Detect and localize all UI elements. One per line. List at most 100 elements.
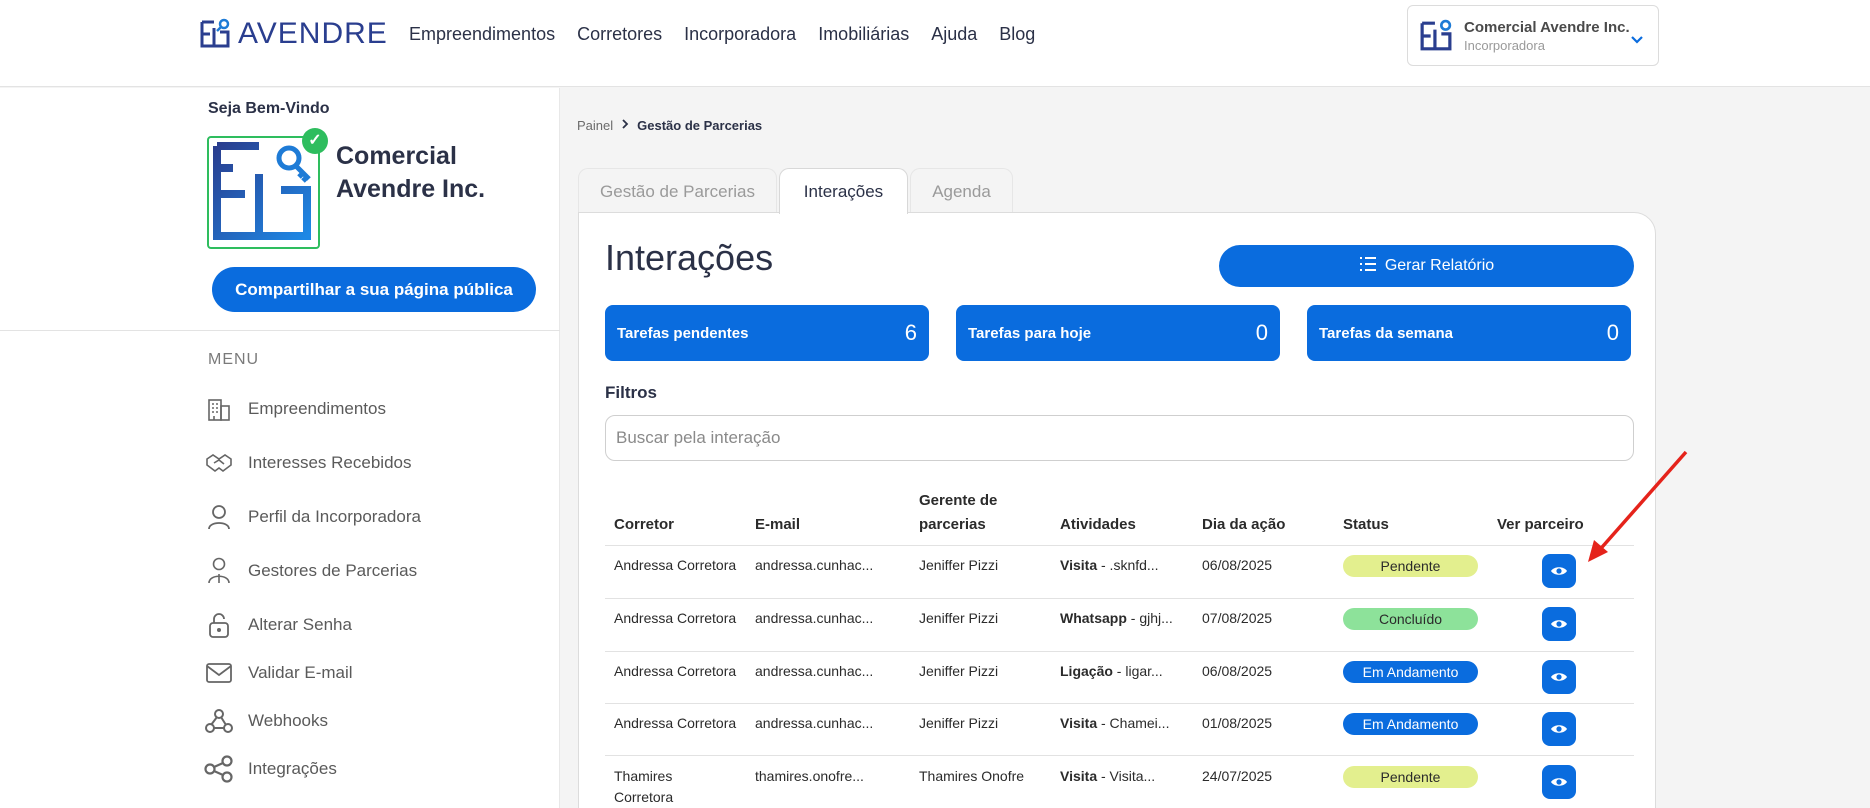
building-icon xyxy=(204,394,234,424)
nav-incorporadora[interactable]: Incorporadora xyxy=(684,24,796,45)
status-badge: Em Andamento xyxy=(1343,661,1478,683)
stat-value: 0 xyxy=(1255,320,1268,345)
cell-gerente: Jeniffer Pizzi xyxy=(919,715,999,731)
report-button-label: Gerar Relatório xyxy=(1384,257,1495,274)
eye-icon xyxy=(1551,778,1567,786)
annotation-arrow-icon xyxy=(1588,450,1688,562)
cell-atividade: Visita - .sknfd... xyxy=(1060,555,1159,576)
divider xyxy=(605,651,1634,652)
activity-desc: - ligar... xyxy=(1112,663,1163,679)
status-badge: Pendente xyxy=(1343,555,1478,577)
cell-atividade: Visita - Chamei... xyxy=(1060,713,1169,734)
view-partner-button[interactable] xyxy=(1542,660,1576,694)
breadcrumb-current: Gestão de Parcerias xyxy=(637,118,763,133)
view-partner-button[interactable] xyxy=(1542,765,1576,799)
cell-dia: 01/08/2025 xyxy=(1202,715,1273,731)
view-partner-button[interactable] xyxy=(1542,554,1576,588)
sidebar-item-label: Empreendimentos xyxy=(248,399,386,418)
column-header: E-mail xyxy=(755,516,801,533)
view-partner-button[interactable] xyxy=(1542,607,1576,641)
generate-report-button[interactable]: Gerar Relatório xyxy=(1219,245,1634,287)
search-input[interactable] xyxy=(605,415,1634,461)
stat-card-pending: Tarefas pendentes 6 xyxy=(605,305,929,361)
lock-icon xyxy=(204,610,234,640)
cell-dia: 07/08/2025 xyxy=(1202,610,1273,626)
activity-desc: - gjhj... xyxy=(1126,610,1173,626)
sidebar-item-webhooks[interactable]: Webhooks xyxy=(204,706,328,736)
sidebar-item-integracoes[interactable]: Integrações xyxy=(204,754,337,784)
handshake-icon xyxy=(204,448,234,478)
stat-label: Tarefas para hoje xyxy=(968,324,1092,342)
main-nav: Empreendimentos Corretores Incorporadora… xyxy=(409,24,1035,45)
breadcrumb: Painel Gestão de Parcerias xyxy=(577,118,762,133)
divider xyxy=(605,703,1634,704)
activity-desc: - Visita... xyxy=(1097,768,1156,784)
tab-agenda[interactable]: Agenda xyxy=(910,168,1013,214)
sidebar-item-label: Integrações xyxy=(248,759,337,778)
nav-corretores[interactable]: Corretores xyxy=(577,24,662,45)
sidebar-item-label: Interesses Recebidos xyxy=(248,453,412,472)
verified-check-icon: ✓ xyxy=(302,128,328,154)
nav-empreendimentos[interactable]: Empreendimentos xyxy=(409,24,555,45)
cell-corretor: Thamires Corretora xyxy=(614,768,674,805)
user-icon xyxy=(204,502,234,532)
nav-blog[interactable]: Blog xyxy=(999,24,1035,45)
chevron-down-icon[interactable] xyxy=(1630,32,1644,48)
account-avatar-icon xyxy=(1420,19,1452,50)
status-badge: Pendente xyxy=(1343,766,1478,788)
activity-type: Whatsapp xyxy=(1060,610,1127,626)
share-public-page-button[interactable]: Compartilhar a sua página pública xyxy=(212,267,536,312)
sidebar-item-label: Gestores de Parcerias xyxy=(248,561,418,580)
sidebar-item-label: Alterar Senha xyxy=(248,615,352,634)
view-partner-button[interactable] xyxy=(1542,712,1576,746)
sidebar-item-alterar-senha[interactable]: Alterar Senha xyxy=(204,610,352,640)
sidebar-item-label: Perfil da Incorporadora xyxy=(248,507,421,526)
divider xyxy=(605,755,1634,756)
column-header: Dia da ação xyxy=(1202,516,1286,533)
tab-interacoes[interactable]: Interações xyxy=(779,168,908,214)
cell-email: andressa.cunhac... xyxy=(755,557,874,573)
activity-type: Visita xyxy=(1060,557,1098,573)
account-switcher[interactable]: Comercial Avendre Inc. Incorporadora xyxy=(1407,5,1659,66)
status-badge: Em Andamento xyxy=(1343,713,1478,735)
welcome-text: Seja Bem-Vindo xyxy=(208,100,330,117)
share-nodes-icon xyxy=(204,754,234,784)
nav-imobiliarias[interactable]: Imobiliárias xyxy=(818,24,909,45)
cell-atividade: Ligação - ligar... xyxy=(1060,661,1163,682)
brand-logo[interactable]: AVENDRE xyxy=(200,17,388,51)
column-header: Status xyxy=(1343,516,1389,533)
webhook-icon xyxy=(204,706,234,736)
floorplan-logo-icon xyxy=(200,18,230,48)
cell-email: andressa.cunhac... xyxy=(755,715,874,731)
tab-gestao-parcerias[interactable]: Gestão de Parcerias xyxy=(578,168,777,214)
eye-icon xyxy=(1551,725,1567,733)
sidebar-item-gestores[interactable]: Gestores de Parcerias xyxy=(204,556,417,586)
cell-email: thamires.onofre... xyxy=(755,768,864,784)
sidebar-item-empreendimentos[interactable]: Empreendimentos xyxy=(204,394,386,424)
column-header: Corretor xyxy=(614,516,675,533)
filters-label: Filtros xyxy=(605,383,657,402)
sidebar-item-perfil[interactable]: Perfil da Incorporadora xyxy=(204,502,421,532)
nav-ajuda[interactable]: Ajuda xyxy=(931,24,977,45)
account-role: Incorporadora xyxy=(1464,37,1545,53)
divider xyxy=(605,545,1634,546)
sidebar-item-validar-email[interactable]: Validar E-mail xyxy=(204,658,353,688)
stat-card-week: Tarefas da semana 0 xyxy=(1307,305,1631,361)
cell-corretor: Andressa Corretora xyxy=(614,610,737,626)
sidebar-item-label: Validar E-mail xyxy=(248,663,353,682)
cell-dia: 24/07/2025 xyxy=(1202,768,1273,784)
sidebar-item-interesses[interactable]: Interesses Recebidos xyxy=(204,448,411,478)
cell-corretor: Andressa Corretora xyxy=(614,663,737,679)
divider xyxy=(605,598,1634,599)
brand-name: AVENDRE xyxy=(238,17,388,50)
floorplan-key-logo-icon xyxy=(213,142,311,240)
account-name: Comercial Avendre Inc. xyxy=(1464,18,1630,36)
user-manager-icon xyxy=(204,556,234,586)
sidebar: Seja Bem-Vindo ✓ Comercial Avendre Inc. … xyxy=(0,88,560,808)
cell-dia: 06/08/2025 xyxy=(1202,663,1273,679)
interactions-panel: Interações Gerar Relatório Tarefas pende… xyxy=(578,212,1656,808)
company-avatar xyxy=(207,136,320,249)
activity-type: Visita xyxy=(1060,768,1098,784)
breadcrumb-home[interactable]: Painel xyxy=(577,118,613,133)
cell-email: andressa.cunhac... xyxy=(755,610,874,626)
